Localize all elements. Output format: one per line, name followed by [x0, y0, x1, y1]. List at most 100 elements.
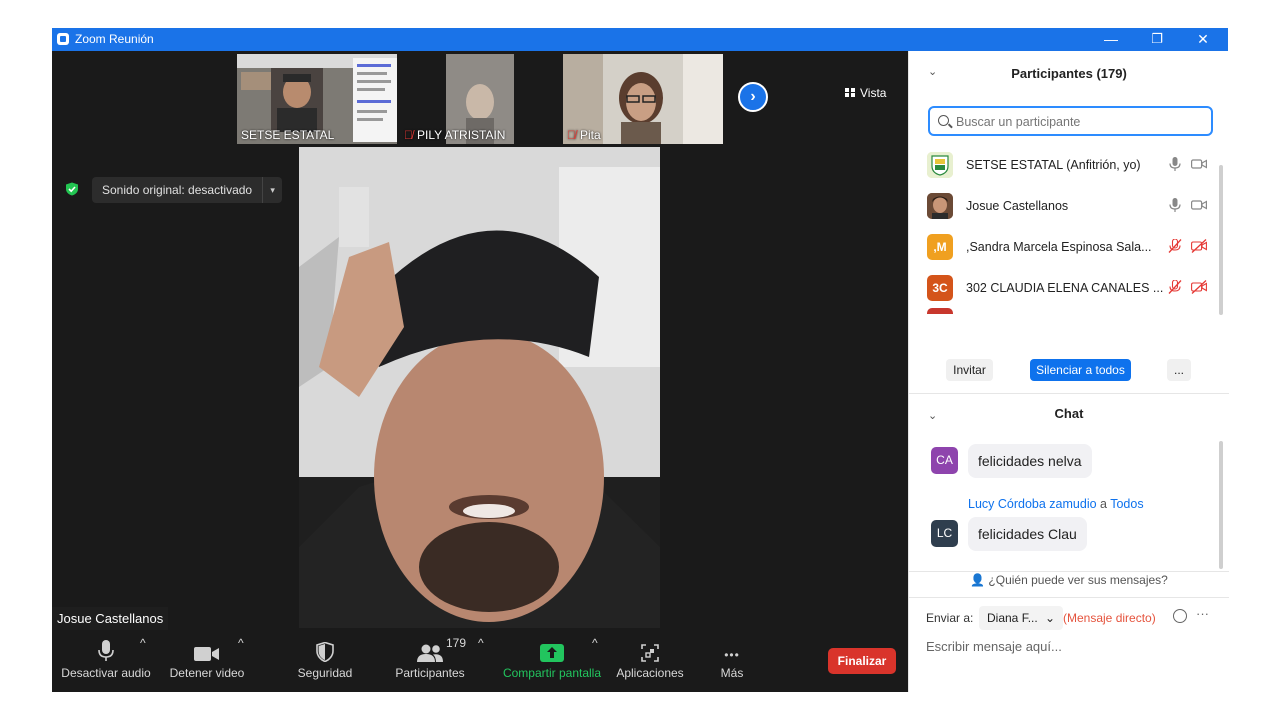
participant-row[interactable]: SETSE ESTATAL (Anfitrión, yo): [909, 144, 1221, 185]
next-page-button[interactable]: ›: [738, 82, 768, 112]
participant-avatar: 3C: [927, 275, 953, 301]
end-meeting-button[interactable]: Finalizar: [828, 648, 896, 674]
more-label: Más: [720, 666, 744, 680]
apps-icon: [641, 644, 659, 662]
photo-avatar-icon: [927, 193, 953, 219]
gallery-tile[interactable]: 🎙̸ Pita: [563, 54, 723, 144]
gallery-tile[interactable]: 🎙̸ PILY ATRISTAIN: [400, 54, 560, 144]
original-sound-toggle[interactable]: Sonido original: desactivado ▾: [92, 177, 283, 203]
mic-muted-icon: 🎙̸: [567, 128, 576, 142]
active-speaker-video: [299, 147, 660, 628]
participant-row[interactable]: Josue Castellanos: [909, 185, 1221, 226]
participants-more-button[interactable]: ...: [1167, 359, 1191, 381]
zoom-window: Zoom Reunión — ❐ ✕ SETSE ESTATAL 🎙̸ PILY…: [52, 28, 1229, 692]
panel-divider: [909, 571, 1229, 572]
recipient-select[interactable]: Diana F... ⌄: [979, 606, 1064, 630]
participant-search[interactable]: [928, 106, 1213, 136]
close-button[interactable]: ✕: [1180, 28, 1226, 51]
security-label: Seguridad: [297, 666, 353, 680]
chat-message: felicidades nelva: [968, 444, 1092, 478]
share-screen-label: Compartir pantalla: [502, 666, 602, 680]
apps-button[interactable]: Aplicaciones: [614, 636, 686, 692]
person-lock-icon: 👤: [970, 573, 986, 587]
participant-name: SETSE ESTATAL (Anfitrión, yo): [966, 158, 1141, 172]
chevron-down-icon[interactable]: ▾: [262, 177, 282, 203]
audio-options-chevron-icon[interactable]: ^: [140, 636, 146, 692]
chat-title: Chat: [1054, 406, 1084, 421]
tile-name: Pita: [580, 128, 601, 142]
participant-search-input[interactable]: [956, 113, 1196, 131]
participant-list-scrollbar[interactable]: [1219, 165, 1223, 315]
tile-name-wrap: 🎙̸ PILY ATRISTAIN: [404, 128, 505, 142]
video-off-icon[interactable]: [1191, 280, 1207, 294]
who-can-see-messages[interactable]: 👤 ¿Quién puede ver sus mensajes?: [909, 573, 1229, 587]
video-off-icon[interactable]: [1191, 239, 1207, 253]
who-can-see-label: ¿Quién puede ver sus mensajes?: [988, 573, 1168, 587]
gallery-tile[interactable]: SETSE ESTATAL: [237, 54, 397, 144]
participant-avatar: [927, 152, 953, 178]
logo-avatar-icon: [927, 152, 953, 178]
emoji-icon[interactable]: [1173, 609, 1187, 623]
participant-avatar: [927, 193, 953, 219]
side-panel: ⌄ Participantes (179) SETSE ESTATAL (Anf…: [908, 51, 1229, 692]
view-button[interactable]: Vista: [845, 86, 886, 100]
search-icon: [938, 115, 949, 126]
video-camera-icon: [194, 647, 219, 661]
tile-name-wrap: 🎙̸ Pita: [567, 128, 601, 142]
video-camera-icon[interactable]: [1191, 198, 1207, 212]
chat-avatar: CA: [931, 447, 958, 474]
share-options-chevron-icon[interactable]: ^: [592, 636, 598, 692]
send-to-label: Enviar a:: [926, 611, 974, 625]
participants-header: ⌄ Participantes (179): [909, 51, 1229, 96]
chat-sender-name[interactable]: Lucy Córdoba zamudio: [968, 497, 1097, 511]
microphone-icon[interactable]: [1167, 198, 1183, 212]
panel-divider: [909, 597, 1229, 598]
grid-view-icon: [845, 88, 855, 97]
participant-row[interactable]: 3C 302 CLAUDIA ELENA CANALES ...: [909, 267, 1221, 308]
recipient-select-value: Diana F...: [987, 611, 1038, 625]
more-dots-icon: •••: [724, 648, 740, 662]
share-screen-icon: [540, 644, 564, 662]
microphone-muted-icon[interactable]: [1167, 239, 1183, 253]
chat-sender-line: Lucy Córdoba zamudio a Todos: [968, 497, 1144, 511]
microphone-icon[interactable]: [1167, 157, 1183, 171]
security-button[interactable]: Seguridad: [290, 636, 360, 692]
participants-icon: [417, 644, 443, 662]
tile-name: SETSE ESTATAL: [241, 128, 335, 142]
participants-count: 179: [446, 636, 467, 650]
video-options-chevron-icon[interactable]: ^: [238, 636, 244, 692]
participant-name: ,Sandra Marcela Espinosa Sala...: [966, 240, 1152, 254]
chat-message: felicidades Clau: [968, 517, 1087, 551]
participant-avatar: ,M: [927, 234, 953, 260]
zoom-app-icon: [57, 33, 69, 45]
invite-button[interactable]: Invitar: [946, 359, 993, 381]
chevron-down-icon: ⌄: [1045, 611, 1056, 625]
security-shield-icon: [316, 642, 334, 662]
chat-recipient[interactable]: Todos: [1110, 497, 1143, 511]
meeting-toolbar: Desactivar audio ^ Detener video ^ Segur…: [52, 636, 908, 692]
restore-button[interactable]: ❐: [1134, 28, 1180, 51]
direct-message-label: (Mensaje directo): [1063, 611, 1156, 625]
microphone-icon: [98, 640, 114, 661]
view-label: Vista: [860, 86, 887, 100]
video-stage: SETSE ESTATAL 🎙̸ PILY ATRISTAIN 🎙̸ Pita: [52, 51, 908, 692]
microphone-muted-icon[interactable]: [1167, 280, 1183, 294]
share-screen-button[interactable]: Compartir pantalla: [500, 636, 604, 692]
mic-muted-icon: 🎙̸: [404, 128, 413, 142]
tile-name: PILY ATRISTAIN: [417, 128, 506, 142]
mute-all-button[interactable]: Silenciar a todos: [1030, 359, 1131, 381]
participant-row[interactable]: ,M ,Sandra Marcela Espinosa Sala...: [909, 226, 1221, 267]
mute-audio-button[interactable]: Desactivar audio: [60, 636, 152, 692]
minimize-button[interactable]: —: [1088, 28, 1134, 51]
chat-more-icon[interactable]: ···: [1196, 606, 1209, 621]
participant-list: SETSE ESTATAL (Anfitrión, yo) Josue Cast…: [909, 144, 1221, 314]
speaker-name-label: Josue Castellanos: [52, 607, 169, 630]
participant-name: 302 CLAUDIA ELENA CANALES ...: [966, 281, 1164, 295]
window-title: Zoom Reunión: [75, 32, 154, 46]
video-camera-icon[interactable]: [1191, 157, 1207, 171]
more-button[interactable]: ••• Más: [712, 636, 752, 692]
chat-scrollbar[interactable]: [1219, 441, 1223, 569]
chat-message-input[interactable]: [926, 635, 1216, 657]
participants-options-chevron-icon[interactable]: ^: [478, 636, 484, 692]
panel-divider: [909, 393, 1229, 394]
